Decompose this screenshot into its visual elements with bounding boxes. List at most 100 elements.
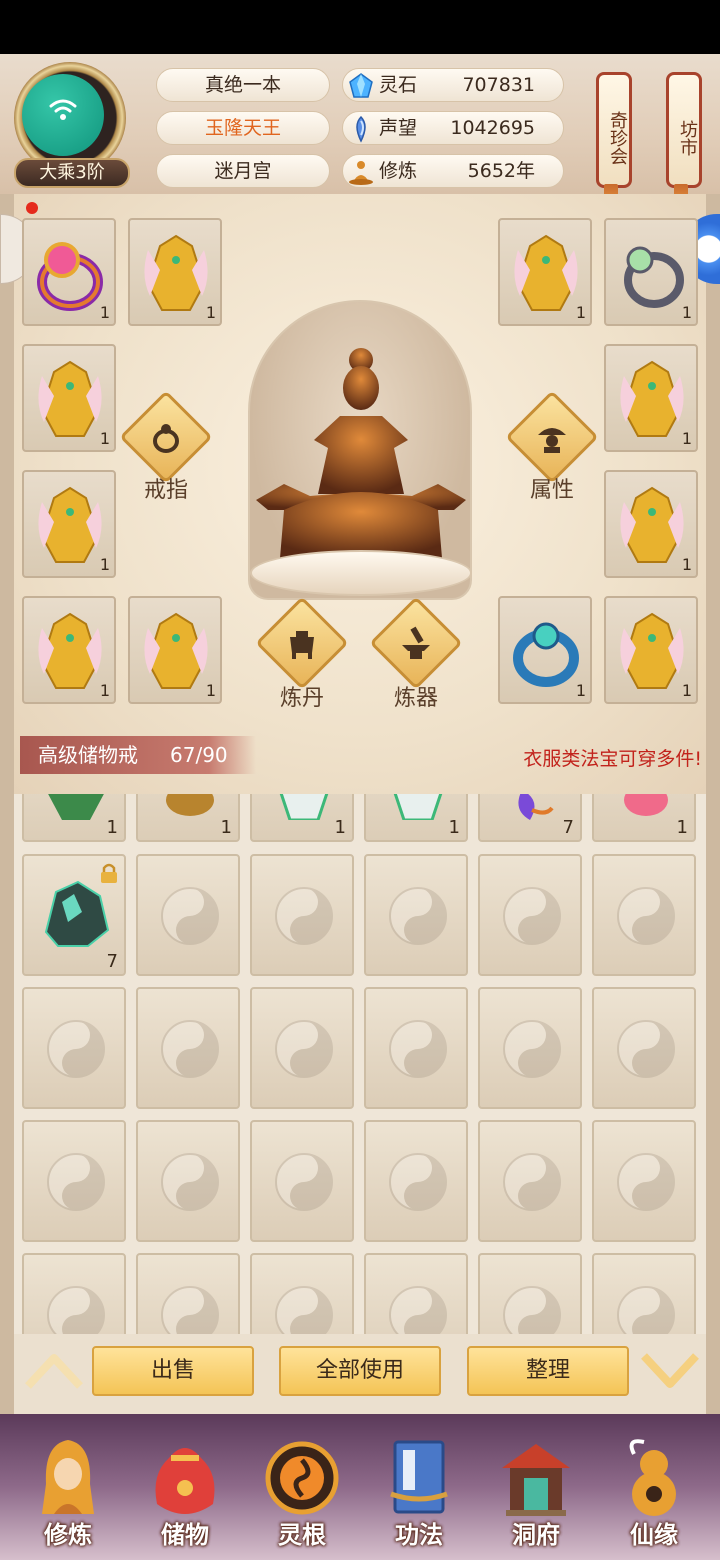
nav-label: 灵根 — [278, 1521, 326, 1549]
equip-slot-robe[interactable]: 1 — [498, 218, 592, 326]
inventory-cell-empty[interactable] — [22, 1120, 126, 1242]
nav-label: 洞府 — [512, 1521, 560, 1549]
inventory-cell[interactable]: 1 — [592, 794, 696, 842]
inventory-cell-empty[interactable] — [136, 1120, 240, 1242]
nav-storage[interactable]: 储物 — [137, 1424, 233, 1554]
meditating-figure-icon — [256, 348, 466, 558]
equip-slot-ring-jade[interactable]: 1 — [604, 218, 698, 326]
notification-dot — [26, 202, 38, 214]
attributes-action-label: 属性 — [529, 478, 574, 503]
yinyang-icon — [503, 1286, 561, 1334]
inventory-cell-empty[interactable] — [136, 1253, 240, 1334]
yinyang-icon — [617, 1153, 675, 1211]
inventory-cell-empty[interactable] — [592, 987, 696, 1109]
scroll-down-arrow-icon[interactable] — [640, 1352, 700, 1390]
nav-cultivate[interactable]: 修炼 — [20, 1424, 116, 1554]
equip-slot-ring-sapphire[interactable]: 1 — [498, 596, 592, 704]
scroll-up-arrow-icon[interactable] — [24, 1352, 84, 1390]
yinyang-icon — [161, 1286, 219, 1334]
player-name: 真绝一本 — [156, 68, 330, 102]
inventory-cell[interactable]: 1 — [136, 794, 240, 842]
inventory-cell-empty[interactable] — [22, 987, 126, 1109]
inventory-cell[interactable]: 1 — [364, 794, 468, 842]
equip-slot-robe[interactable]: 1 — [22, 344, 116, 452]
inventory-cell-empty[interactable] — [250, 1120, 354, 1242]
stat-value: 1042695 — [450, 117, 535, 139]
inventory-cell-empty[interactable] — [592, 1120, 696, 1242]
equip-slot-robe[interactable]: 1 — [604, 344, 698, 452]
equip-slot-robe[interactable]: 1 — [22, 470, 116, 578]
player-title[interactable]: 玉隆天王 — [156, 111, 330, 145]
avatar[interactable] — [22, 74, 104, 156]
treasure-fair-button[interactable]: 奇珍会 — [596, 72, 632, 188]
equip-slot-robe[interactable]: 1 — [22, 596, 116, 704]
yinyang-icon — [47, 1020, 105, 1078]
inventory-cell[interactable]: 1 — [22, 794, 126, 842]
item-quantity: 7 — [106, 951, 118, 972]
yinyang-icon — [617, 1020, 675, 1078]
inventory-cell[interactable]: 7 — [22, 854, 126, 976]
item-quantity: 1 — [681, 303, 692, 322]
inventory-cell-empty[interactable] — [478, 1120, 582, 1242]
inventory-cell-empty[interactable] — [478, 987, 582, 1109]
inventory-cell-empty[interactable] — [22, 1253, 126, 1334]
inventory-action-bar: 出售 全部使用 整理 — [0, 1334, 720, 1414]
market-button[interactable]: 坊市 — [666, 72, 702, 188]
yinyang-icon — [47, 1153, 105, 1211]
sort-button[interactable]: 整理 — [467, 1346, 629, 1396]
inventory-cell-empty[interactable] — [592, 1253, 696, 1334]
item-quantity: 1 — [676, 817, 688, 838]
jade-ore-icon — [44, 880, 110, 947]
inventory-cell-empty[interactable] — [592, 854, 696, 976]
equip-slot-robe[interactable]: 1 — [128, 218, 222, 326]
equip-slot-robe[interactable]: 1 — [604, 470, 698, 578]
yinyang-icon — [47, 1286, 105, 1334]
ruby-ring-icon — [37, 242, 103, 311]
cultivate-icon — [42, 1440, 94, 1514]
item-quantity: 1 — [575, 303, 586, 322]
green-robe-icon — [48, 794, 104, 820]
item-quantity: 1 — [334, 817, 346, 838]
stat-label: 灵石 — [379, 74, 418, 96]
bottom-navigation: 修炼 储物 灵根 功法 洞府 仙缘 — [0, 1414, 720, 1560]
nav-spirit-root[interactable]: 灵根 — [254, 1424, 350, 1554]
inventory-cell-empty[interactable] — [250, 1253, 354, 1334]
inventory-cell-empty[interactable] — [250, 987, 354, 1109]
item-quantity: 1 — [106, 817, 118, 838]
nav-fate[interactable]: 仙缘 — [606, 1424, 702, 1554]
inventory-cell[interactable]: 1 — [250, 794, 354, 842]
inventory-cell-empty[interactable] — [478, 854, 582, 976]
stat-value: 707831 — [462, 74, 535, 96]
inventory-cell-empty[interactable] — [478, 1253, 582, 1334]
stat-label: 修炼 — [379, 160, 418, 182]
equip-slot-ring-ruby[interactable]: 1 — [22, 218, 116, 326]
inventory-cell[interactable]: 7 — [478, 794, 582, 842]
inventory-cell-empty[interactable] — [250, 854, 354, 976]
item-quantity: 1 — [99, 681, 110, 700]
player-sect[interactable]: 迷月宫 — [156, 154, 330, 188]
yinyang-icon — [275, 1153, 333, 1211]
nav-cave-residence[interactable]: 洞府 — [488, 1424, 584, 1554]
forging-anvil-icon — [402, 626, 430, 659]
inventory-cell-empty[interactable] — [364, 1253, 468, 1334]
item-quantity: 1 — [681, 429, 692, 448]
golden-robe-icon — [38, 612, 102, 689]
spirit-stone-stat: 灵石 707831 — [342, 68, 564, 102]
sell-button[interactable]: 出售 — [92, 1346, 254, 1396]
use-all-button[interactable]: 全部使用 — [279, 1346, 441, 1396]
status-bar — [0, 0, 720, 54]
golden-robe-icon — [144, 234, 208, 311]
nav-technique[interactable]: 功法 — [371, 1424, 467, 1554]
yinyang-icon — [161, 1153, 219, 1211]
inventory-grid: 1 1 1 1 7 1 7 — [0, 794, 720, 1334]
inventory-cell-empty[interactable] — [136, 987, 240, 1109]
inventory-cell-empty[interactable] — [364, 854, 468, 976]
inventory-cell-empty[interactable] — [364, 987, 468, 1109]
spirit-root-icon — [265, 1441, 339, 1515]
bag-title-bar[interactable]: 高级储物戒 67/90 — [20, 736, 256, 774]
equip-slot-robe[interactable]: 1 — [604, 596, 698, 704]
inventory-cell-empty[interactable] — [136, 854, 240, 976]
inventory-cell-empty[interactable] — [364, 1120, 468, 1242]
equip-slot-robe[interactable]: 1 — [128, 596, 222, 704]
jade-ring-icon — [624, 246, 684, 308]
